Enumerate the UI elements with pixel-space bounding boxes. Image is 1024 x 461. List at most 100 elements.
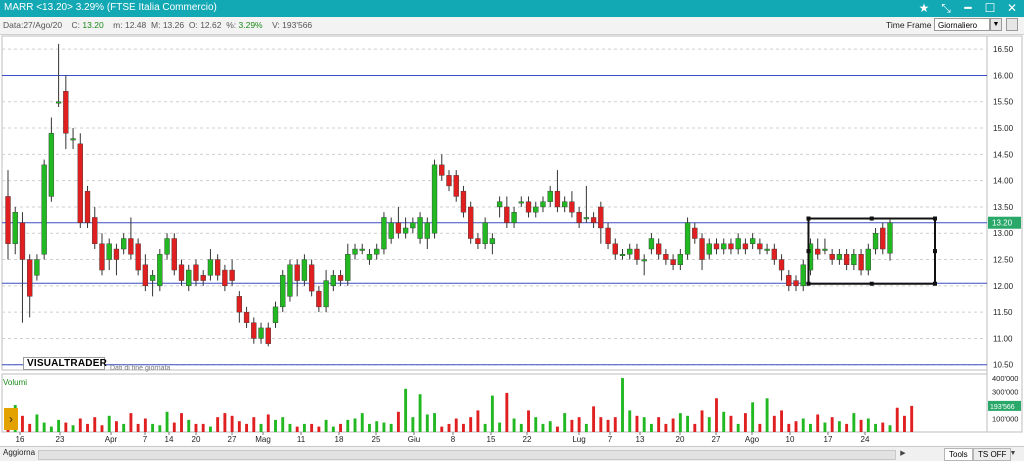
- x-axis-label: Lug: [572, 435, 585, 444]
- candle-body: [778, 259, 785, 271]
- candle-body: [836, 254, 843, 260]
- candle-body: [605, 227, 611, 244]
- candle-body: [301, 259, 308, 281]
- price-tick-label: 11.50: [993, 308, 1013, 317]
- volume-bar: [628, 410, 632, 432]
- x-axis-label: 7: [143, 435, 148, 444]
- volume-bar: [201, 423, 205, 432]
- aggiorna-button[interactable]: Aggiorna: [3, 448, 35, 457]
- volume-bar: [751, 402, 755, 432]
- candle-body: [496, 201, 503, 208]
- candle-body: [186, 269, 192, 287]
- volume-bar: [35, 414, 39, 432]
- volume-bar: [715, 398, 718, 432]
- volume-bar: [794, 421, 798, 432]
- candle-body: [692, 227, 698, 239]
- volume-bar: [100, 425, 104, 432]
- volume-bar: [447, 423, 451, 432]
- volume-bar: [216, 417, 220, 432]
- candle-body: [19, 222, 26, 260]
- x-axis-label: 17: [824, 435, 833, 444]
- volume-bar: [801, 418, 805, 432]
- candle-body: [822, 248, 828, 251]
- candle-body: [475, 238, 481, 244]
- horizontal-scrollbar[interactable]: [38, 450, 896, 460]
- volume-bar: [382, 422, 386, 432]
- x-axis-label: 15: [487, 435, 496, 444]
- scroll-down-icon[interactable]: ▼: [1008, 449, 1018, 458]
- candle-body: [721, 243, 727, 250]
- volume-bar: [266, 414, 270, 432]
- volume-bar: [830, 417, 834, 432]
- volume-bar: [707, 417, 711, 432]
- volume-bar: [346, 419, 350, 432]
- volume-bar: [208, 426, 212, 432]
- price-tick-label: 12.00: [993, 282, 1014, 291]
- volume-bar: [845, 423, 849, 432]
- volume-bar: [577, 417, 581, 432]
- candle-body: [352, 248, 358, 255]
- volume-bar: [888, 425, 892, 432]
- candle-body: [106, 243, 112, 260]
- volume-bar: [49, 426, 53, 432]
- volume-bar: [42, 422, 46, 432]
- price-tick-label: 15.50: [993, 98, 1014, 107]
- candle-body: [229, 269, 235, 281]
- range-box-handle: [806, 216, 811, 221]
- x-axis-label: 13: [636, 435, 645, 444]
- volume-bar: [895, 407, 899, 432]
- candle-body: [858, 254, 864, 271]
- range-box-handle: [869, 281, 874, 286]
- volume-bar: [151, 423, 155, 432]
- volume-bar: [910, 405, 914, 432]
- volume-bar: [93, 417, 97, 432]
- volume-tick-label: 400'000: [992, 374, 1018, 383]
- ts-off-button[interactable]: TS OFF: [973, 448, 1012, 461]
- candle-body: [699, 238, 705, 260]
- candle-body: [872, 233, 879, 250]
- volume-bar: [693, 423, 697, 432]
- volume-bar: [555, 426, 559, 432]
- x-axis-label: Mag: [255, 435, 271, 444]
- volume-bar: [584, 423, 588, 432]
- candle-body: [786, 275, 792, 287]
- expand-panel-icon[interactable]: ›: [4, 408, 18, 430]
- candle-body: [829, 254, 835, 260]
- price-chart[interactable]: 16.50 16.00 15.50 15.00 14.50 14.00 13.50 13.00…: [0, 0, 1024, 460]
- candle-body: [793, 280, 799, 287]
- price-tick-label: 10.50: [993, 361, 1014, 370]
- volume-bar: [859, 419, 863, 432]
- volume-bar: [592, 406, 596, 432]
- volume-bar: [165, 411, 169, 432]
- volume-bar: [852, 413, 856, 432]
- volume-bar: [490, 395, 494, 432]
- candle-body: [323, 280, 329, 308]
- candle-body: [388, 222, 394, 239]
- tools-button[interactable]: Tools: [944, 448, 973, 461]
- volume-bar: [512, 418, 516, 432]
- x-axis-label: 20: [676, 435, 685, 444]
- candle-body: [648, 238, 655, 250]
- candle-body: [453, 175, 459, 197]
- volume-bar: [671, 418, 675, 432]
- volume-label: Volumi: [3, 378, 28, 387]
- x-axis-label: 24: [861, 435, 870, 444]
- volume-bar: [743, 413, 747, 432]
- volume-tick-label: 300'000: [992, 388, 1018, 397]
- volume-bar: [527, 410, 530, 432]
- candle-body: [547, 190, 553, 202]
- candle-body: [663, 254, 669, 260]
- candle-body: [366, 254, 373, 260]
- volume-bar: [729, 415, 733, 432]
- volume-bar: [360, 413, 364, 432]
- candle-body: [562, 201, 568, 208]
- scroll-right-icon[interactable]: ▶: [898, 449, 908, 458]
- candle-body: [63, 91, 69, 134]
- volume-bar: [317, 426, 321, 432]
- candle-body: [308, 264, 315, 292]
- candle-body: [395, 222, 402, 234]
- candle-body: [670, 259, 676, 266]
- candle-body: [677, 254, 684, 266]
- volume-bar: [114, 421, 118, 432]
- price-tick-label: 15.00: [993, 124, 1014, 133]
